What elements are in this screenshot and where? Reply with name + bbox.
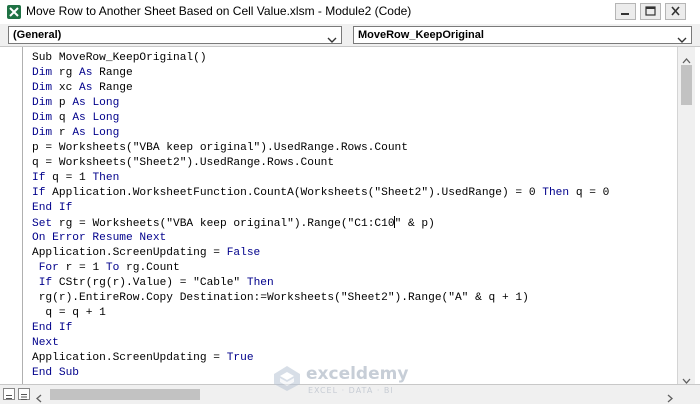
code-token: p = Worksheets("VBA keep original").Used… xyxy=(32,142,408,154)
code-token: q = 0 xyxy=(569,187,610,199)
code-keyword: As xyxy=(79,82,93,94)
code-token: q xyxy=(52,112,73,124)
code-keyword: True xyxy=(226,352,254,364)
code-line[interactable]: End If xyxy=(32,321,609,336)
code-line[interactable]: If Application.WorksheetFunction.CountA(… xyxy=(32,186,609,201)
code-token: q = 1 xyxy=(45,172,93,184)
code-line[interactable]: Dim rg As Range xyxy=(32,66,609,81)
excel-icon xyxy=(6,4,22,20)
code-token: xc xyxy=(52,82,80,94)
horizontal-scroll-thumb[interactable] xyxy=(50,389,200,400)
scroll-left-icon[interactable] xyxy=(36,390,42,408)
code-token: rg xyxy=(52,67,80,79)
minimize-button[interactable] xyxy=(615,3,636,20)
code-keyword: End If xyxy=(32,322,73,334)
code-text-area[interactable]: Sub MoveRow_KeepOriginal() Dim rg As Rang… xyxy=(23,47,677,384)
procedure-dropdown[interactable]: MoveRow_KeepOriginal xyxy=(353,26,692,44)
title-bar: Move Row to Another Sheet Based on Cell … xyxy=(0,0,700,25)
code-token: q = q + 1 xyxy=(32,307,106,319)
code-line[interactable]: Dim r As Long xyxy=(32,126,609,141)
code-line[interactable]: rg(r).EntireRow.Copy Destination:=Worksh… xyxy=(32,291,609,306)
vertical-scroll-thumb[interactable] xyxy=(681,65,692,105)
code-keyword: Long xyxy=(92,127,120,139)
close-button[interactable] xyxy=(665,3,686,20)
code-keyword: Set xyxy=(32,218,53,230)
code-token: Application.ScreenUpdating = xyxy=(32,352,227,364)
code-window-toolbar: (General) MoveRow_KeepOriginal xyxy=(0,24,700,47)
code-line[interactable]: If q = 1 Then xyxy=(32,171,609,186)
code-line[interactable]: Dim q As Long xyxy=(32,111,609,126)
code-line[interactable]: q = q + 1 xyxy=(32,306,609,321)
code-token: q = Worksheets("Sheet2").UsedRange.Rows.… xyxy=(32,157,335,169)
code-keyword: If xyxy=(32,172,46,184)
code-keyword: Dim xyxy=(32,67,53,79)
code-line[interactable]: Application.ScreenUpdating = False xyxy=(32,246,609,261)
scroll-right-icon[interactable] xyxy=(667,390,673,408)
code-token: r = 1 xyxy=(58,262,106,274)
code-token: p xyxy=(52,97,73,109)
object-dropdown[interactable]: (General) xyxy=(8,26,342,44)
code-keyword: End If xyxy=(32,202,73,214)
code-listing[interactable]: Sub MoveRow_KeepOriginal() Dim rg As Rang… xyxy=(32,51,609,381)
code-token: rg(r).EntireRow.Copy Destination:=Worksh… xyxy=(32,292,529,304)
window-title: Move Row to Another Sheet Based on Cell … xyxy=(26,4,412,18)
code-line[interactable]: Dim xc As Range xyxy=(32,81,609,96)
code-keyword: For xyxy=(38,262,59,274)
code-token: " & p) xyxy=(394,218,435,230)
code-line[interactable]: On Error Resume Next xyxy=(32,231,609,246)
code-keyword: Dim xyxy=(32,97,53,109)
code-keyword: If xyxy=(38,277,53,289)
maximize-button[interactable] xyxy=(640,3,661,20)
margin-indicator-bar[interactable] xyxy=(0,47,23,384)
code-token: r xyxy=(52,127,73,139)
full-module-view-button[interactable] xyxy=(18,388,30,400)
code-keyword: If xyxy=(32,187,46,199)
code-keyword: Dim xyxy=(32,127,53,139)
code-line[interactable]: Next xyxy=(32,336,609,351)
code-line[interactable]: Sub MoveRow_KeepOriginal() xyxy=(32,51,609,66)
code-keyword: As xyxy=(72,97,86,109)
code-token: rg = Worksheets("VBA keep original").Ran… xyxy=(52,218,395,230)
watermark: exceldemy EXCEL · DATA · BI xyxy=(272,360,432,400)
code-token: Sub MoveRow_KeepOriginal() xyxy=(32,52,207,64)
code-editor: Sub MoveRow_KeepOriginal() Dim rg As Rang… xyxy=(0,47,700,411)
code-keyword: Then xyxy=(542,187,570,199)
code-keyword: On Error Resume Next xyxy=(32,232,167,244)
code-line[interactable]: For r = 1 To rg.Count xyxy=(32,261,609,276)
code-keyword: Long xyxy=(92,97,120,109)
code-token: Range xyxy=(92,67,133,79)
code-keyword: Dim xyxy=(32,82,53,94)
procedure-view-button[interactable] xyxy=(3,388,15,400)
code-keyword: As xyxy=(72,112,86,124)
exceldemy-logo xyxy=(272,364,302,397)
code-keyword: To xyxy=(105,262,120,274)
procedure-dropdown-value: MoveRow_KeepOriginal xyxy=(358,29,484,41)
code-line[interactable]: p = Worksheets("VBA keep original").Used… xyxy=(32,141,609,156)
code-keyword: Then xyxy=(92,172,120,184)
code-keyword: Then xyxy=(246,277,274,289)
code-token: rg.Count xyxy=(119,262,180,274)
code-keyword: End Sub xyxy=(32,367,79,379)
code-line[interactable]: Set rg = Worksheets("VBA keep original")… xyxy=(32,216,609,231)
vertical-scrollbar[interactable] xyxy=(677,47,695,384)
code-token: Application.ScreenUpdating = xyxy=(32,247,227,259)
code-token: Application.WorksheetFunction.CountA(Wor… xyxy=(45,187,543,199)
code-line[interactable]: q = Worksheets("Sheet2").UsedRange.Rows.… xyxy=(32,156,609,171)
code-keyword: Next xyxy=(32,337,59,349)
watermark-name: exceldemy xyxy=(306,364,409,384)
watermark-tagline: EXCEL · DATA · BI xyxy=(308,386,394,395)
code-keyword: As xyxy=(72,127,86,139)
code-keyword: As xyxy=(79,67,93,79)
code-line[interactable]: End If xyxy=(32,201,609,216)
code-token: Range xyxy=(92,82,133,94)
code-keyword: False xyxy=(226,247,261,259)
code-line[interactable]: Dim p As Long xyxy=(32,96,609,111)
code-line[interactable]: If CStr(rg(r).Value) = "Cable" Then xyxy=(32,276,609,291)
code-keyword: Dim xyxy=(32,112,53,124)
code-token: CStr(rg(r).Value) = "Cable" xyxy=(52,277,247,289)
object-dropdown-value: (General) xyxy=(13,29,62,41)
code-keyword: Long xyxy=(92,112,120,124)
